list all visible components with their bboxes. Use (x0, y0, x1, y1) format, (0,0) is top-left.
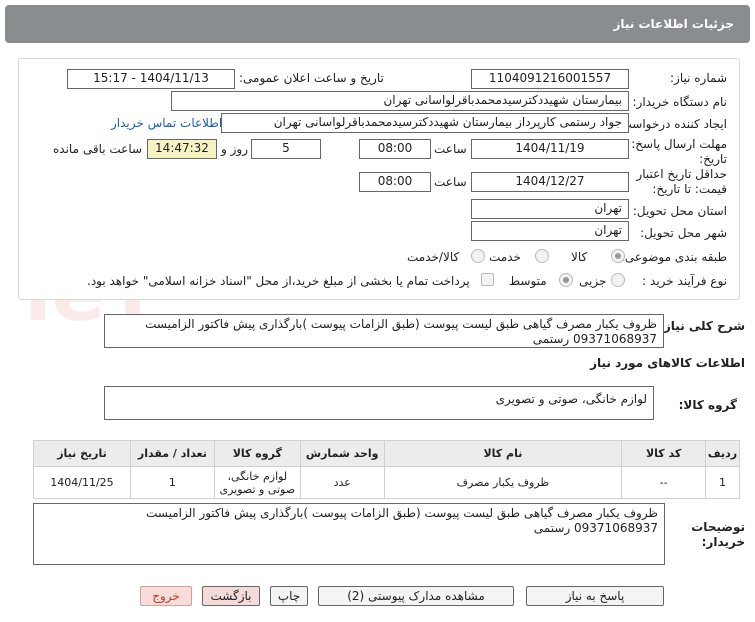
announce-datetime-field: 1404/11/13 - 15:17 (67, 69, 235, 89)
deadline-label-2: تاریخ: (699, 152, 727, 166)
validity-label-2: قیمت: تا تاریخ: (652, 182, 727, 196)
category-radio-service[interactable] (535, 249, 549, 263)
buyer-org-field: بیمارستان شهیددکترسیدمحمدباقرلواسانی تهر… (171, 91, 629, 111)
requester-field: جواد رستمی کارپرداز بیمارستان شهیددکترسی… (221, 113, 629, 133)
col-date: تاریخ نیاز (33, 440, 131, 467)
view-attachments-button[interactable]: مشاهده مدارک پیوستی (2) (318, 586, 514, 606)
col-code: کد کالا (621, 440, 707, 467)
goods-group-label: گروه کالا: (678, 398, 737, 412)
reply-button[interactable]: پاسخ به نیاز (526, 586, 664, 606)
category-option-goods-service: کالا/خدمت (407, 250, 460, 264)
cell-name: ظروف یکبار مصرف (383, 466, 623, 499)
page-title: جزئیات اطلاعات نیاز (613, 17, 734, 31)
deadline-time-label: ساعت (434, 142, 467, 156)
need-details-panel: شماره نیاز: 1104091216001557 تاریخ و ساع… (18, 58, 740, 300)
category-radio-goods[interactable] (611, 249, 625, 263)
goods-section-title: اطلاعات کالاهای مورد نیاز (590, 356, 745, 370)
cell-group-line2: صوتی و تصویری (219, 482, 296, 496)
requester-label: ایجاد کننده درخواست: (616, 117, 727, 131)
cell-date: 1404/11/25 (33, 466, 131, 499)
category-option-goods: کالا (571, 250, 588, 264)
validity-label-1: حداقل تاریخ اعتبار (636, 167, 727, 181)
col-group: گروه کالا (213, 440, 301, 467)
col-name: نام کالا (383, 440, 623, 467)
cell-unit: عدد (299, 466, 385, 499)
cell-code: -- (621, 466, 707, 499)
announce-datetime-value: 1404/11/13 - 15:17 (93, 71, 209, 85)
deadline-label-1: مهلت ارسال پاسخ: تا (620, 137, 727, 151)
col-qty: تعداد / مقدار (129, 440, 215, 467)
buyer-notes-field: ظروف یکبار مصرف گیاهی طبق لیست پیوست (طب… (33, 503, 665, 565)
col-row: ردیف (705, 440, 740, 467)
title-bar: جزئیات اطلاعات نیاز (5, 5, 750, 43)
city-field: تهران (471, 221, 629, 241)
buyer-notes-label-1: توضیحات (691, 520, 745, 534)
need-number-label: شماره نیاز: (670, 71, 727, 85)
cell-group: لوازم خانگی، صوتی و تصویری (213, 466, 301, 499)
table-row: 1 -- ظروف یکبار مصرف عدد لوازم خانگی، صوت… (33, 466, 740, 499)
goods-table: ردیف کد کالا نام کالا واحد شمارش گروه کا… (33, 440, 740, 499)
cell-group-line1: لوازم خانگی، (227, 469, 288, 483)
deadline-time-field: 08:00 (359, 139, 431, 159)
process-label: نوع فرآیند خرید : (642, 274, 727, 288)
validity-time-label: ساعت (434, 175, 467, 189)
exit-button[interactable]: خروج (140, 586, 192, 606)
process-radio-medium[interactable] (559, 273, 573, 287)
buyer-contact-link[interactable]: اطلاعات تماس خریدار (111, 116, 222, 130)
remaining-time-field: 14:47:32 (147, 139, 217, 159)
province-field: تهران (471, 199, 629, 219)
cell-qty: 1 (129, 466, 215, 499)
summary-field: ظروف یکبار مصرف گیاهی طبق لیست پیوست (طب… (104, 314, 664, 348)
category-radio-goods-service[interactable] (471, 249, 485, 263)
goods-table-header: ردیف کد کالا نام کالا واحد شمارش گروه کا… (33, 440, 740, 467)
col-unit: واحد شمارش (299, 440, 385, 467)
days-remaining-field: 5 (251, 139, 321, 159)
process-option-partial: جزیی (579, 274, 607, 288)
summary-label: شرح کلی نیاز: (659, 319, 745, 333)
province-label: استان محل تحویل: (632, 204, 727, 218)
category-label: طبقه بندی موضوعی: (620, 250, 727, 264)
need-number-field: 1104091216001557 (471, 69, 629, 89)
buyer-org-label: نام دستگاه خریدار: (632, 95, 728, 109)
goods-group-field: لوازم خانگی، صوتی و تصویری (104, 386, 654, 420)
cell-row: 1 (705, 466, 740, 499)
validity-date-field: 1404/12/27 (471, 172, 629, 192)
print-button[interactable]: چاپ (270, 586, 308, 606)
payment-note: پرداخت تمام یا بخشی از مبلغ خرید،از محل … (87, 274, 470, 288)
process-option-medium: متوسط (509, 274, 547, 288)
buyer-notes-label-2: خریدار: (701, 535, 745, 549)
category-option-service: خدمت (489, 250, 521, 264)
back-button[interactable]: بازگشت (202, 586, 260, 606)
announce-label: تاریخ و ساعت اعلان عمومی: (239, 71, 384, 85)
remaining-label: ساعت باقی مانده (53, 142, 143, 156)
validity-time-field: 08:00 (359, 172, 431, 192)
city-label: شهر محل تحویل: (640, 226, 727, 240)
deadline-date-field: 1404/11/19 (471, 139, 629, 159)
payment-checkbox[interactable] (481, 273, 494, 286)
process-radio-partial[interactable] (611, 273, 625, 287)
days-label: روز و (221, 142, 248, 156)
